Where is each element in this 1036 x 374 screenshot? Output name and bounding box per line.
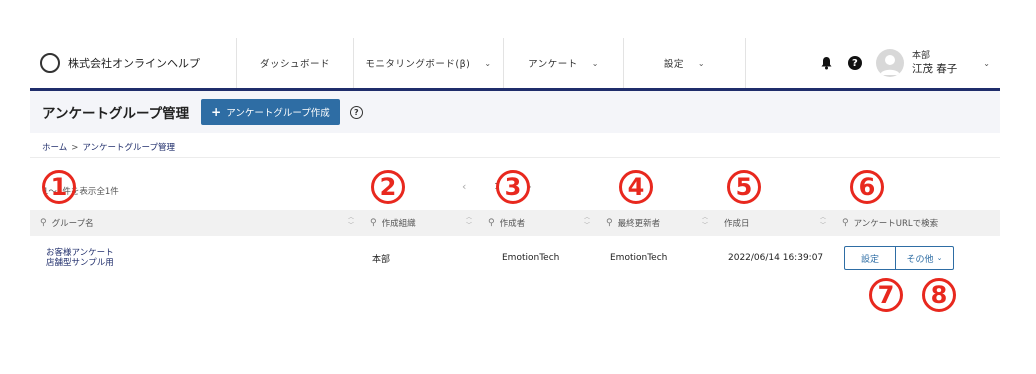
nav-dashboard-label: ダッシュボード xyxy=(259,59,330,70)
cell-actions: 設定 その他 ⌄ xyxy=(832,236,1000,280)
callout-8: 8 xyxy=(922,278,956,312)
brand-logo[interactable]: 株式会社オンラインヘルプ xyxy=(30,38,236,88)
sort-icon[interactable]: ︿ ﹀ xyxy=(584,214,590,230)
group-name-line2: 店舗型サンプル用 xyxy=(46,258,114,268)
create-button-label: アンケートグループ作成 xyxy=(226,108,330,119)
header-group-name: グループ名 xyxy=(51,219,94,229)
help-icon[interactable]: ? xyxy=(847,56,862,70)
filter-org[interactable]: ⚲ 作成組織 ︿ ﹀ xyxy=(360,210,478,236)
filter-survey-url[interactable]: ⚲ アンケートURLで検索 xyxy=(832,210,1000,236)
filter-creator[interactable]: ⚲ 作成者 ︿ ﹀ xyxy=(478,210,596,236)
cell-created: 2022/06/14 16:39:07 xyxy=(728,253,824,263)
search-icon: ⚲ xyxy=(40,218,47,228)
search-icon: ⚲ xyxy=(606,218,613,228)
callout-4: 4 xyxy=(619,170,653,204)
breadcrumb-current: アンケートグループ管理 xyxy=(82,143,176,153)
search-icon: ⚲ xyxy=(842,218,849,228)
company-name: 株式会社オンラインヘルプ xyxy=(68,57,200,70)
plus-icon: + xyxy=(211,105,222,119)
cell-org: 本部 xyxy=(372,254,391,265)
page-header: アンケートグループ管理 + アンケートグループ作成 ? xyxy=(30,91,1000,133)
more-button[interactable]: その他 ⌄ xyxy=(896,246,954,270)
sort-icon[interactable]: ︿ ﹀ xyxy=(466,214,472,230)
cell-creator: EmotionTech xyxy=(502,253,560,263)
header-survey-url: アンケートURLで検索 xyxy=(853,219,939,229)
top-navigation: 株式会社オンラインヘルプ ダッシュボード モニタリングボード(β) ⌄ アンケー… xyxy=(30,38,1000,88)
filter-updater[interactable]: ⚲ 最終更新者 ︿ ﹀ xyxy=(596,210,714,236)
callout-2: 2 xyxy=(371,170,405,204)
nav-survey-label: アンケート xyxy=(528,59,578,70)
cell-group-name[interactable]: お客様アンケート 店舗型サンプル用 xyxy=(30,236,360,280)
breadcrumb-home[interactable]: ホーム xyxy=(42,143,67,153)
callout-5: 5 xyxy=(727,170,761,204)
help-circle-icon[interactable]: ? xyxy=(349,105,363,119)
callout-6: 6 xyxy=(850,170,884,204)
bell-icon[interactable] xyxy=(820,56,834,70)
breadcrumb-separator: > xyxy=(71,143,79,153)
divider xyxy=(30,157,1000,158)
nav-user-area: ? 本部 江茂 春子 ⌄ xyxy=(745,38,1000,88)
chevron-down-icon: ⌄ xyxy=(484,58,492,68)
header-org: 作成組織 xyxy=(381,219,416,229)
nav-monitoring-label: モニタリングボード(β) xyxy=(365,59,471,70)
avatar[interactable] xyxy=(875,49,904,77)
chevron-down-icon: ⌄ xyxy=(936,254,943,262)
logo-circle-icon xyxy=(40,53,60,73)
nav-settings[interactable]: 設定 ⌄ xyxy=(623,38,745,88)
create-survey-group-button[interactable]: + アンケートグループ作成 xyxy=(201,99,340,125)
settings-button[interactable]: 設定 xyxy=(844,246,896,270)
nav-settings-label: 設定 xyxy=(663,59,684,70)
header-creator: 作成者 xyxy=(499,219,526,229)
sort-icon[interactable]: ︿ ﹀ xyxy=(820,214,826,230)
prev-page-icon[interactable]: ‹ xyxy=(462,180,466,193)
callout-7: 7 xyxy=(869,278,903,312)
breadcrumb: ホーム > アンケートグループ管理 xyxy=(42,141,175,153)
sort-created[interactable]: 作成日 ︿ ﹀ xyxy=(714,210,832,236)
cell-updater: EmotionTech xyxy=(610,253,668,263)
table-header: ⚲ グループ名 ︿ ﹀ ⚲ 作成組織 ︿ ﹀ ⚲ 作成者 ︿ ﹀ ⚲ 最終更新者 ︿ ﹀… xyxy=(30,210,1000,236)
sort-icon[interactable]: ︿ ﹀ xyxy=(348,214,354,230)
user-info[interactable]: 本部 江茂 春子 xyxy=(912,50,957,76)
filter-group-name[interactable]: ⚲ グループ名 ︿ ﹀ xyxy=(30,210,360,236)
chevron-down-icon: ⌄ xyxy=(591,58,599,68)
header-updater: 最終更新者 xyxy=(617,219,661,229)
chevron-down-icon: ⌄ xyxy=(697,58,706,68)
search-icon: ⚲ xyxy=(370,218,377,228)
nav-monitoring[interactable]: モニタリングボード(β) ⌄ xyxy=(353,38,503,88)
callout-1: 1 xyxy=(42,170,76,204)
table-row: お客様アンケート 店舗型サンプル用 本部 EmotionTech Emotion… xyxy=(30,236,1000,280)
more-button-label: その他 xyxy=(906,254,934,265)
group-name-line1: お客様アンケート xyxy=(46,248,114,258)
page-title: アンケートグループ管理 xyxy=(42,106,190,122)
nav-dashboard[interactable]: ダッシュボード xyxy=(236,38,353,88)
nav-survey[interactable]: アンケート ⌄ xyxy=(503,38,623,88)
sort-icon[interactable]: ︿ ﹀ xyxy=(702,214,708,230)
user-name: 江茂 春子 xyxy=(911,63,958,75)
header-created: 作成日 xyxy=(724,219,750,229)
chevron-down-icon[interactable]: ⌄ xyxy=(983,59,990,68)
callout-3: 3 xyxy=(496,170,530,204)
search-icon: ⚲ xyxy=(488,218,495,228)
user-department: 本部 xyxy=(911,51,930,61)
